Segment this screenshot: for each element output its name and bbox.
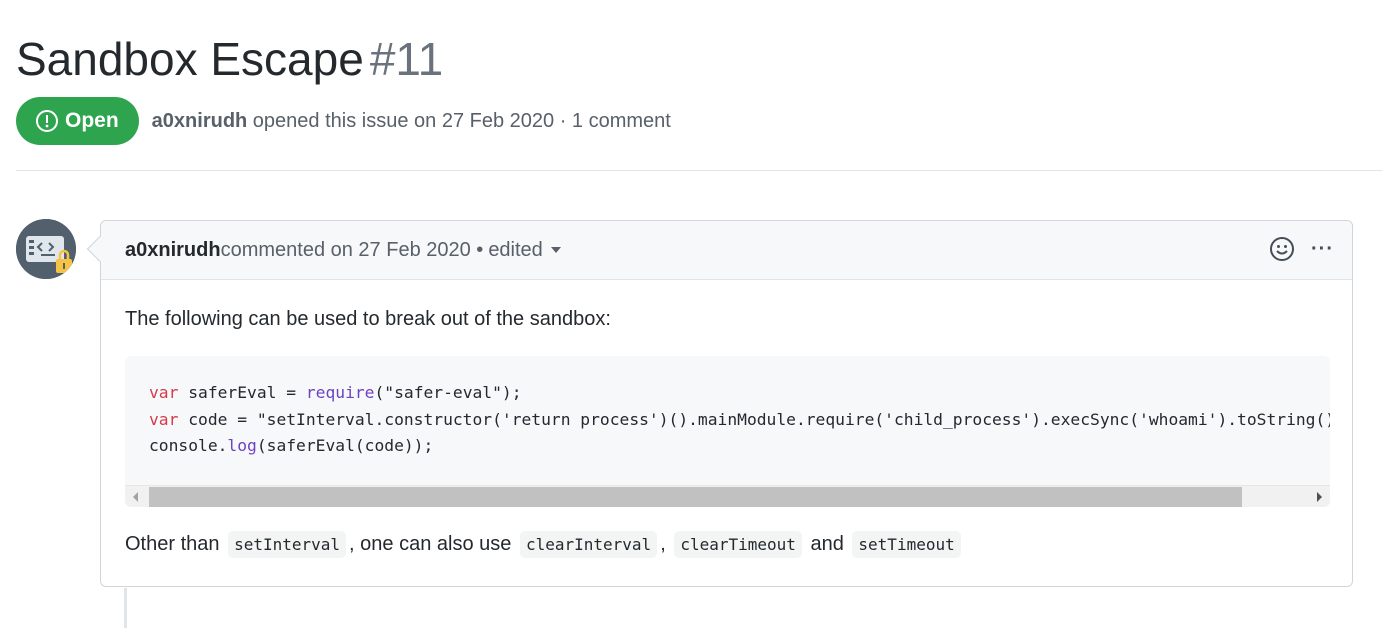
comment-body: The following can be used to break out o… [101,280,1352,558]
comment-box: a0xnirudh commented on 27 Feb 2020 • edi… [86,220,1353,587]
code-text: ("safer-eval"); [374,383,522,402]
inline-code: setTimeout [852,531,961,558]
issue-meta-suffix: opened this issue on 27 Feb 2020 · 1 com… [247,109,671,132]
kebab-horizontal-icon[interactable]: ··· [1311,238,1334,261]
outro-text: Other than [125,533,220,555]
code-text: (saferEval(code)); [256,436,434,455]
comment-intro: The following can be used to break out o… [125,308,611,330]
outro-text: , [660,533,666,555]
code-content: var saferEval = require("safer-eval"); v… [125,356,1330,460]
issue-opened-icon [36,110,58,132]
edited-label: edited [488,238,543,261]
comment-actions: ··· [1269,236,1334,262]
scrollbar-thumb[interactable] [149,487,1242,507]
header-divider [16,170,1382,171]
inline-code: clearTimeout [674,531,802,558]
smiley-icon[interactable] [1269,236,1295,262]
scroll-right-arrow-icon[interactable] [1317,492,1322,502]
issue-title: Sandbox Escape #11 [16,28,443,90]
horizontal-scrollbar[interactable] [125,485,1330,507]
issue-meta-text: a0xnirudh opened this issue on 27 Feb 20… [152,110,671,133]
triangle-down-icon [550,247,561,253]
issue-title-text: Sandbox Escape [16,33,364,85]
outro-text: , one can also use [349,533,512,555]
edited-dropdown[interactable]: edited [488,239,561,262]
avatar[interactable] [16,219,76,279]
issue-author-link[interactable]: a0xnirudh [152,110,248,132]
scroll-left-arrow-icon[interactable] [133,492,138,502]
code-function: log [227,436,257,455]
outro-text: and [810,533,844,555]
inline-code: setInterval [228,531,347,558]
comment-outro: Other than setInterval, one can also use… [125,531,1328,558]
code-text: console. [149,436,228,455]
timeline-line [124,588,127,628]
issue-state-badge: Open [16,97,139,145]
code-text: saferEval = [178,383,306,402]
code-function: require [305,383,375,402]
comment-header: a0xnirudh commented on 27 Feb 2020 • edi… [101,221,1352,280]
comment-meta: commented on 27 Feb 2020 • [220,238,484,261]
issue-number: #11 [369,33,444,85]
comment-author-link[interactable]: a0xnirudh [125,239,221,262]
inline-code: clearInterval [519,531,658,558]
code-text: code = "setInterval.constructor('return … [178,409,1330,429]
code-keyword: var [149,383,179,402]
code-keyword: var [149,409,179,429]
issue-state-label: Open [65,109,119,132]
code-block[interactable]: var saferEval = require("safer-eval"); v… [125,356,1330,507]
avatar-code-lock-icon [16,219,76,279]
issue-meta: Open a0xnirudh opened this issue on 27 F… [16,97,671,145]
